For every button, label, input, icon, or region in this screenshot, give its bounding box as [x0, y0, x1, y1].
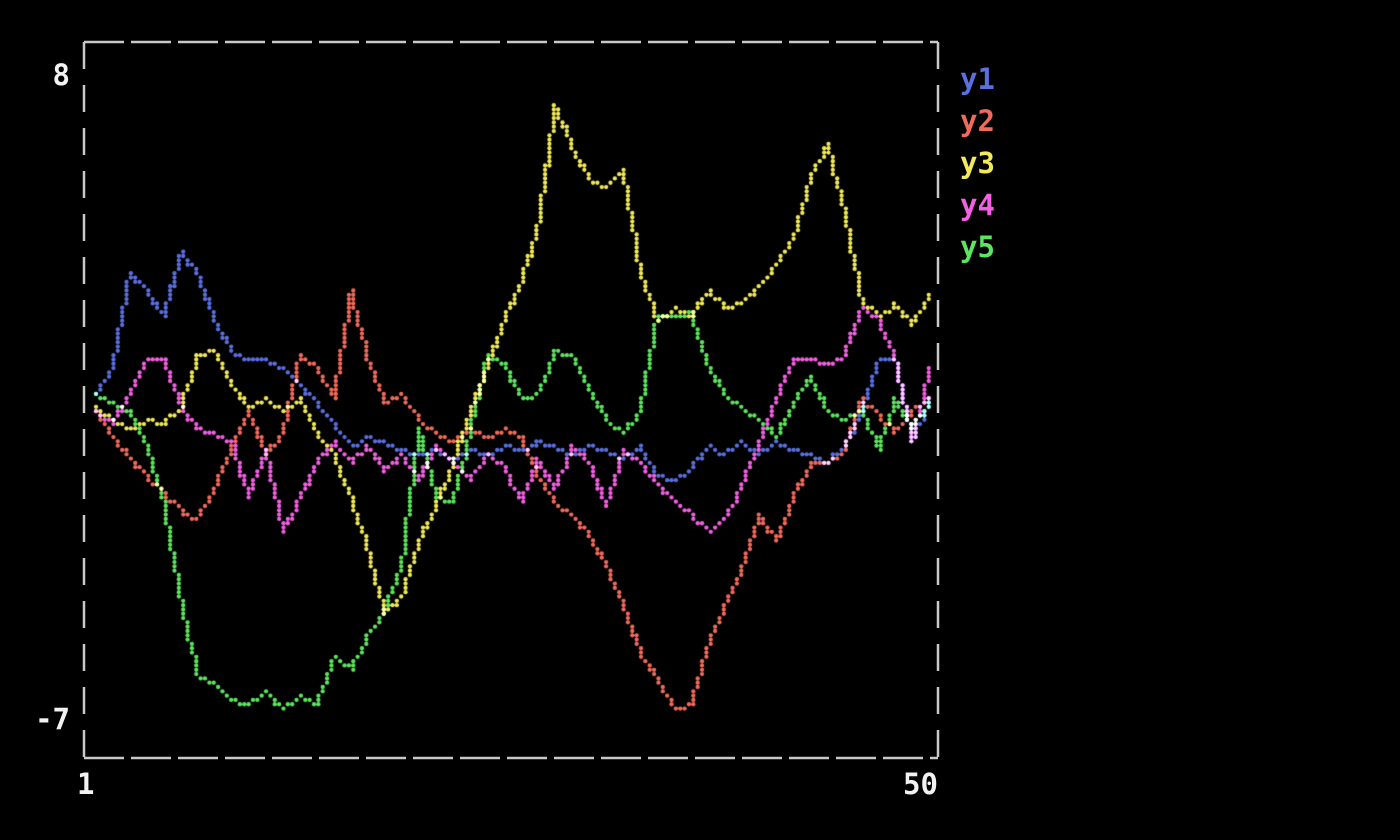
terminal-plot: 8 -7 1 50 y1 y2 y3 y4 y5 — [0, 0, 1400, 840]
legend-item-y2: y2 — [960, 100, 995, 142]
x-axis-min-label: 1 — [77, 770, 94, 799]
legend-item-y3: y3 — [960, 142, 995, 184]
legend: y1 y2 y3 y4 y5 — [960, 58, 995, 268]
x-axis-max-label: 50 — [903, 770, 938, 799]
plot-border — [0, 0, 1400, 840]
y-axis-max-label: 8 — [30, 61, 70, 90]
legend-item-y5: y5 — [960, 226, 995, 268]
y-axis-min-label: -7 — [24, 705, 70, 734]
legend-item-y1: y1 — [960, 58, 995, 100]
legend-item-y4: y4 — [960, 184, 995, 226]
